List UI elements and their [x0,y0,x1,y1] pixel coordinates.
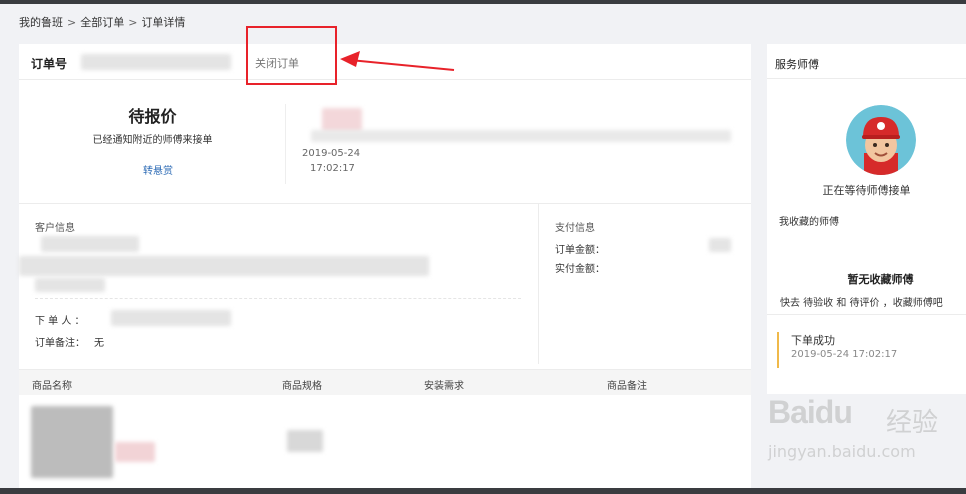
order-amount-label: 订单金额： [555,245,605,256]
status-description: 已经通知附近的师傅来接单 [92,135,213,146]
waiting-text: 正在等待师傅接单 [822,184,911,197]
no-favorites-text: 暂无收藏师傅 [847,273,914,286]
redacted-customer-phone [35,278,105,292]
paid-amount-label: 实付金额： [555,264,605,275]
status-date: 2019-05-24 [302,148,361,159]
column-header-spec: 商品规格 [282,381,322,392]
product-image [31,406,113,478]
redacted-order-number [81,54,231,70]
product-table-header: 商品名称 商品规格 安装需求 商品备注 [19,369,751,395]
watermark-logo: Baidu [768,394,853,430]
timeline-item-title: 下单成功 [791,334,835,347]
timeline-item-time: 2019-05-24 17:02:17 [791,349,898,360]
redacted-orderer [111,310,231,326]
section-vertical-divider [538,204,539,364]
side-panel-divider [767,314,966,315]
status-title: 待报价 [128,107,177,126]
watermark-url: jingyan.baidu.com [768,442,916,461]
favorites-tip: 快去 待验收 和 待评价 ，收藏师傅吧 [780,298,943,309]
redacted-customer-address [19,256,429,276]
order-number-label: 订单号 [31,57,68,71]
breadcrumb-current: 订单详情 [141,16,186,29]
baidu-jingyan-watermark: Baidu 经验 jingyan.baidu.com [768,394,958,474]
status-divider [285,104,286,184]
annotation-highlight-box [246,26,337,85]
order-detail-card: 订单号 关闭订单 待报价 已经通知附近的师傅来接单 转悬赏 2019-05-24… [19,44,751,494]
redacted-customer-name [41,236,139,252]
redacted-info [311,130,731,142]
side-panel-title: 服务师傅 [775,58,819,71]
column-header-remark: 商品备注 [607,381,647,392]
breadcrumb-separator: > [67,16,77,29]
breadcrumb: 我的鲁班 > 全部订单 > 订单详情 [19,14,185,30]
service-master-panel: 服务师傅 正在等待师傅接单 我收藏的师傅 暂无收藏师傅 快去 待验收 和 待评价… [767,44,966,394]
customer-dashed-divider [35,298,521,299]
favorite-masters-label: 我收藏的师傅 [779,217,839,228]
breadcrumb-orders[interactable]: 全部订单 [80,14,124,30]
side-panel-divider [767,78,966,79]
redacted-product-name [115,442,155,462]
redacted-info [322,108,362,132]
watermark-cn: 经验 [886,408,939,438]
order-remark-value: 无 [94,338,104,349]
timeline-bar [777,332,779,368]
redacted-product-spec [287,430,323,452]
window-top-border [0,0,966,4]
payment-section-title: 支付信息 [555,223,595,234]
window-bottom-border [0,488,966,494]
section-divider [19,203,751,204]
breadcrumb-home[interactable]: 我的鲁班 [19,14,63,30]
status-time: 17:02:17 [310,163,355,174]
redacted-order-amount [709,238,731,252]
reward-link[interactable]: 转悬赏 [19,162,297,177]
column-header-name: 商品名称 [32,381,72,392]
customer-section-title: 客户信息 [35,223,75,234]
orderer-label: 下 单 人 ： [35,316,85,327]
breadcrumb-separator: > [128,16,138,29]
order-remark-label: 订单备注： [35,338,85,349]
master-avatar-icon [846,105,916,175]
annotation-arrow-icon [340,51,455,71]
column-header-install: 安装需求 [424,381,464,392]
